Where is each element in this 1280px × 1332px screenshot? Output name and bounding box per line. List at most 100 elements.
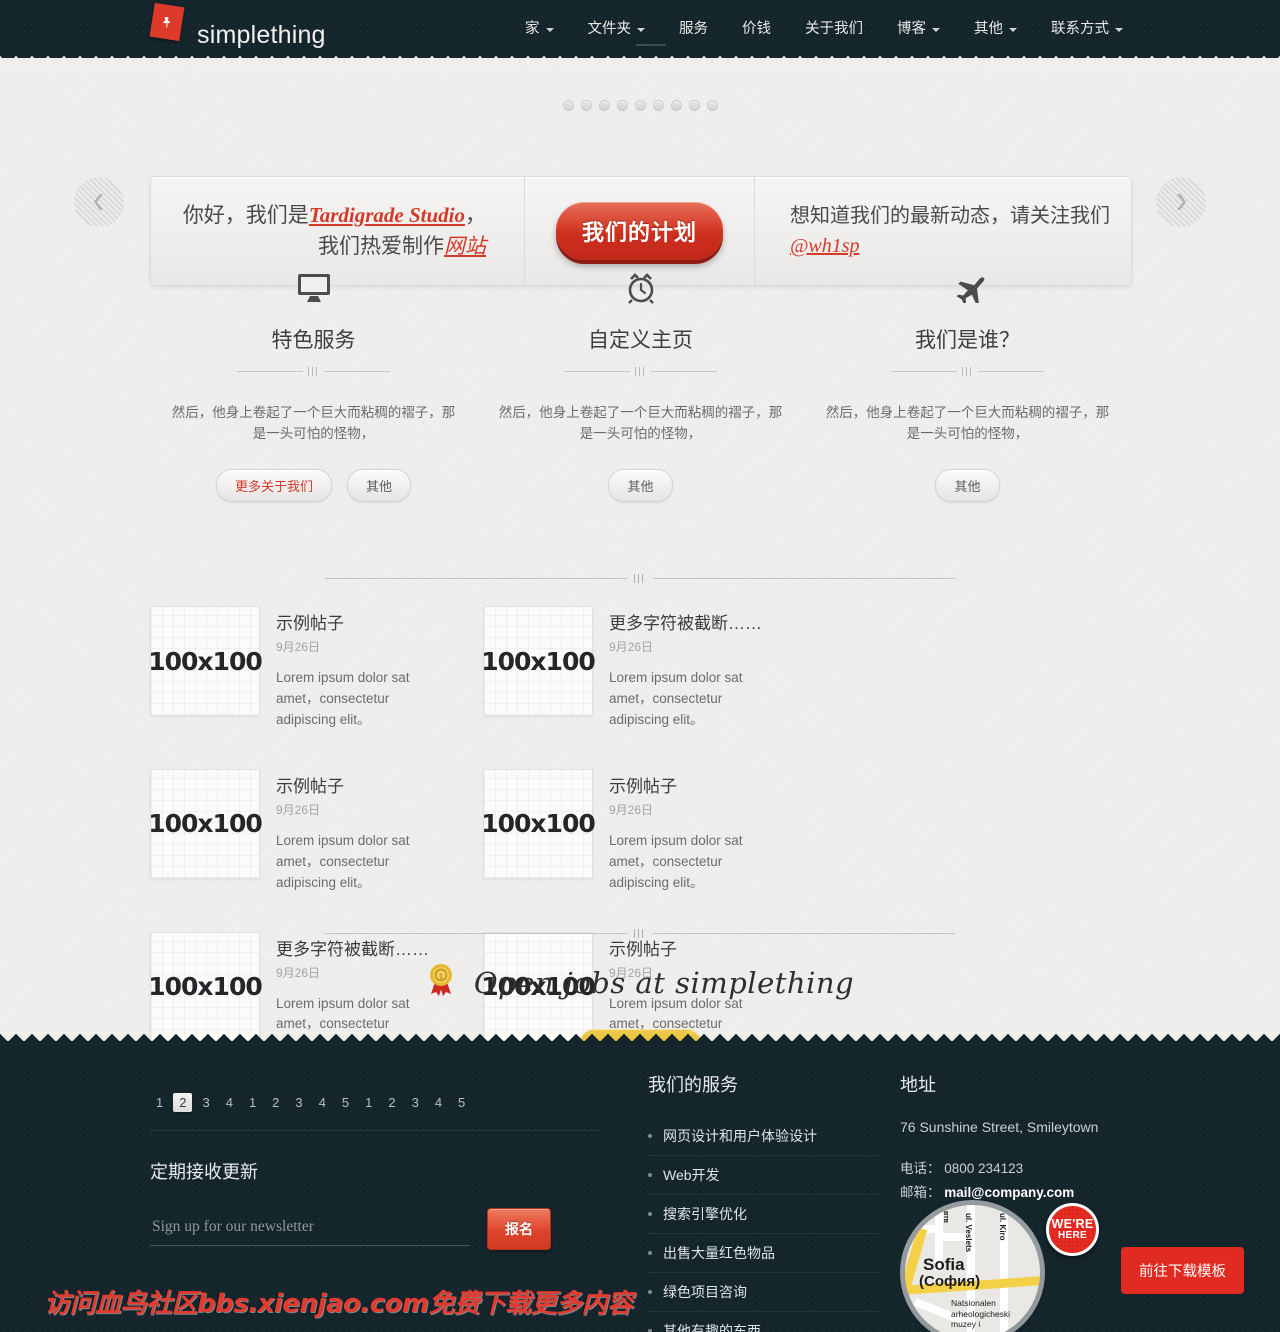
feature-card-services: 特色服务 然后，他身上卷起了一个巨大而粘稠的褶子，那是一头可怕的怪物， 更多关于… xyxy=(150,266,477,502)
slider-dot[interactable] xyxy=(652,100,664,111)
post-title[interactable]: 示例帖子 xyxy=(609,772,784,797)
pagination-page[interactable]: 3 xyxy=(196,1093,215,1112)
slider-dot[interactable] xyxy=(670,100,682,111)
slider-dot[interactable] xyxy=(562,100,574,111)
slider-dot[interactable] xyxy=(598,100,610,111)
service-list-item[interactable]: 绿色项目咨询 xyxy=(648,1273,880,1312)
pagination-page[interactable]: 2 xyxy=(173,1093,193,1112)
feature-actions: 更多关于我们 其他 xyxy=(150,468,477,502)
pagination-page[interactable]: 1 xyxy=(150,1093,169,1112)
nav-item-services[interactable]: 服务 xyxy=(662,17,725,38)
nav-label: 关于我们 xyxy=(805,21,863,37)
nav-label: 价钱 xyxy=(742,21,771,37)
footer-rule xyxy=(150,1130,600,1131)
hero-intro-pre2: 我们热爱制作 xyxy=(318,234,444,258)
pagination-page[interactable]: 1 xyxy=(359,1093,378,1112)
bullet-icon xyxy=(648,1212,652,1216)
next-slide-button[interactable] xyxy=(1156,177,1206,227)
newsletter-signup-button[interactable]: 报名 xyxy=(487,1208,551,1250)
nav-label: 文件夹 xyxy=(587,21,632,37)
pagination-page[interactable]: 3 xyxy=(289,1093,308,1112)
features-section: 特色服务 然后，他身上卷起了一个巨大而粘稠的褶子，那是一头可怕的怪物， 更多关于… xyxy=(150,266,1132,502)
site-header: simplething 家 文件夹 服务 价钱 关于我们 博客 其他 联系方式 xyxy=(0,0,1280,58)
slider-dot[interactable] xyxy=(706,100,718,111)
logo[interactable]: simplething xyxy=(149,2,325,49)
studio-link[interactable]: Tardigrade Studio xyxy=(309,203,465,227)
jobs-title: Open jobs at simplething xyxy=(473,965,855,1000)
pagination-page[interactable]: 3 xyxy=(406,1093,425,1112)
pagination-page[interactable]: 1 xyxy=(243,1093,262,1112)
pagination-page[interactable]: 2 xyxy=(382,1093,401,1112)
nav-item-other[interactable]: 其他 xyxy=(957,17,1034,38)
post-excerpt: Lorem ipsum dolor sat amet，consectetur a… xyxy=(609,670,743,727)
thumbnail-size-label: 100x100 xyxy=(481,809,595,839)
airplane-icon xyxy=(804,266,1131,310)
pagination-page[interactable]: 5 xyxy=(452,1093,471,1112)
service-list-item[interactable]: 出售大量红色物品 xyxy=(648,1234,880,1273)
email-value[interactable]: mail@company.com xyxy=(944,1185,1074,1200)
map-marker-we-are-here[interactable]: WE'RE HERE xyxy=(1046,1203,1099,1256)
pagination-page[interactable]: 5 xyxy=(336,1093,355,1112)
feature-description: 然后，他身上卷起了一个巨大而粘稠的褶子，那是一头可怕的怪物， xyxy=(171,405,456,441)
post-item[interactable]: 100x100 更多字符被截断…… 9月26日 Lorem ipsum dolor s… xyxy=(481,606,816,731)
chevron-down-icon xyxy=(1009,27,1017,32)
slider-dot[interactable] xyxy=(688,100,700,111)
pagination-page[interactable]: 4 xyxy=(220,1093,239,1112)
twitter-handle-link[interactable]: @wh1sp xyxy=(790,231,1110,261)
contact-block: 电话： 0800 234123 邮箱： mail@company.com xyxy=(900,1157,1130,1204)
slider-dot[interactable] xyxy=(616,100,628,111)
post-item[interactable]: 100x100 示例帖子 9月26日 Lorem ipsum dolor sat am… xyxy=(481,768,816,894)
pagination-page[interactable]: 4 xyxy=(429,1093,448,1112)
chevron-down-icon xyxy=(637,27,645,32)
main-nav: 家 文件夹 服务 价钱 关于我们 博客 其他 联系方式 xyxy=(508,17,1140,38)
other-button[interactable]: 其他 xyxy=(608,468,673,502)
websites-link[interactable]: 网站 xyxy=(444,234,486,258)
map-city-native-label: (София) xyxy=(919,1273,981,1290)
post-title[interactable]: 更多字符被截断…… xyxy=(609,609,784,634)
thumbnail-size-label: 100x100 xyxy=(148,646,262,676)
hero-follow-text: 想知道我们的最新动态，请关注我们 xyxy=(790,205,1110,227)
service-list-item[interactable]: 其他有趣的东西 xyxy=(648,1312,880,1332)
pagination-page[interactable]: 2 xyxy=(266,1093,285,1112)
post-title[interactable]: 示例帖子 xyxy=(276,772,451,797)
our-plan-button[interactable]: 我们的计划 xyxy=(555,202,723,260)
brand-name: simplething xyxy=(197,20,326,49)
nav-label: 博客 xyxy=(897,21,926,37)
feature-card-whoweare: 我们是谁？ 然后，他身上卷起了一个巨大而粘稠的褶子，那是一头可怕的怪物， 其他 xyxy=(804,266,1131,502)
thumbnail-size-label: 100x100 xyxy=(481,646,595,676)
post-item[interactable]: 100x100 示例帖子 9月26日 Lorem ipsum dolor sat am… xyxy=(148,606,483,731)
other-button[interactable]: 其他 xyxy=(347,468,412,502)
page-root: simplething 家 文件夹 服务 价钱 关于我们 博客 其他 联系方式 … xyxy=(0,0,1280,1332)
nav-item-about[interactable]: 关于我们 xyxy=(788,17,880,38)
post-title[interactable]: 更多字符被截断…… xyxy=(276,935,451,960)
slider-dot[interactable] xyxy=(580,100,592,111)
download-template-button[interactable]: 前往下载模板 xyxy=(1121,1247,1244,1294)
bullet-icon xyxy=(648,1173,652,1177)
prev-slide-button[interactable] xyxy=(74,177,124,227)
slider-dot[interactable] xyxy=(634,100,646,111)
post-title[interactable]: 示例帖子 xyxy=(276,609,451,634)
nav-item-home[interactable]: 家 xyxy=(508,17,571,38)
main-content: 你好，我们是Tardigrade Studio， 我们热爱制作网站 我们的计划 … xyxy=(0,51,1280,1063)
address-text: 76 Sunshine Street, Smileytown xyxy=(900,1119,1099,1135)
other-button[interactable]: 其他 xyxy=(935,468,1000,502)
nav-item-pricing[interactable]: 价钱 xyxy=(725,17,788,38)
service-list-item[interactable]: Web开发 xyxy=(648,1156,880,1195)
nav-item-folder[interactable]: 文件夹 xyxy=(571,17,663,38)
pagination-page[interactable]: 4 xyxy=(313,1093,332,1112)
footer-left: 12341234512345 定期接收更新 报名 xyxy=(150,1093,600,1250)
post-item[interactable]: 100x100 示例帖子 9月26日 Lorem ipsum dolor sat am… xyxy=(148,768,483,894)
location-map[interactable]: Sofia (София) ul. Veslets ul. Kiro втв N… xyxy=(905,1205,1040,1332)
service-list-item[interactable]: 搜索引擎优化 xyxy=(648,1195,880,1234)
site-watermark: 访问血鸟社区bbs.xienjao.com免费下载更多内容 xyxy=(44,1289,633,1319)
nav-item-contact[interactable]: 联系方式 xyxy=(1034,17,1140,38)
service-list-item[interactable]: 网页设计和用户体验设计 xyxy=(648,1117,880,1156)
post-title[interactable]: 示例帖子 xyxy=(609,935,784,960)
jobs-heading: 1 Open jobs at simplething xyxy=(426,963,854,1002)
feature-description: 然后，他身上卷起了一个巨大而粘稠的褶子，那是一头可怕的怪物， xyxy=(825,405,1110,441)
nav-item-blog[interactable]: 博客 xyxy=(880,17,957,38)
more-about-us-button[interactable]: 更多关于我们 xyxy=(215,468,332,502)
post-body: 示例帖子 9月26日 Lorem ipsum dolor sat amet，cons… xyxy=(609,769,784,894)
post-date: 9月26日 xyxy=(276,640,321,654)
newsletter-input[interactable] xyxy=(150,1212,470,1246)
